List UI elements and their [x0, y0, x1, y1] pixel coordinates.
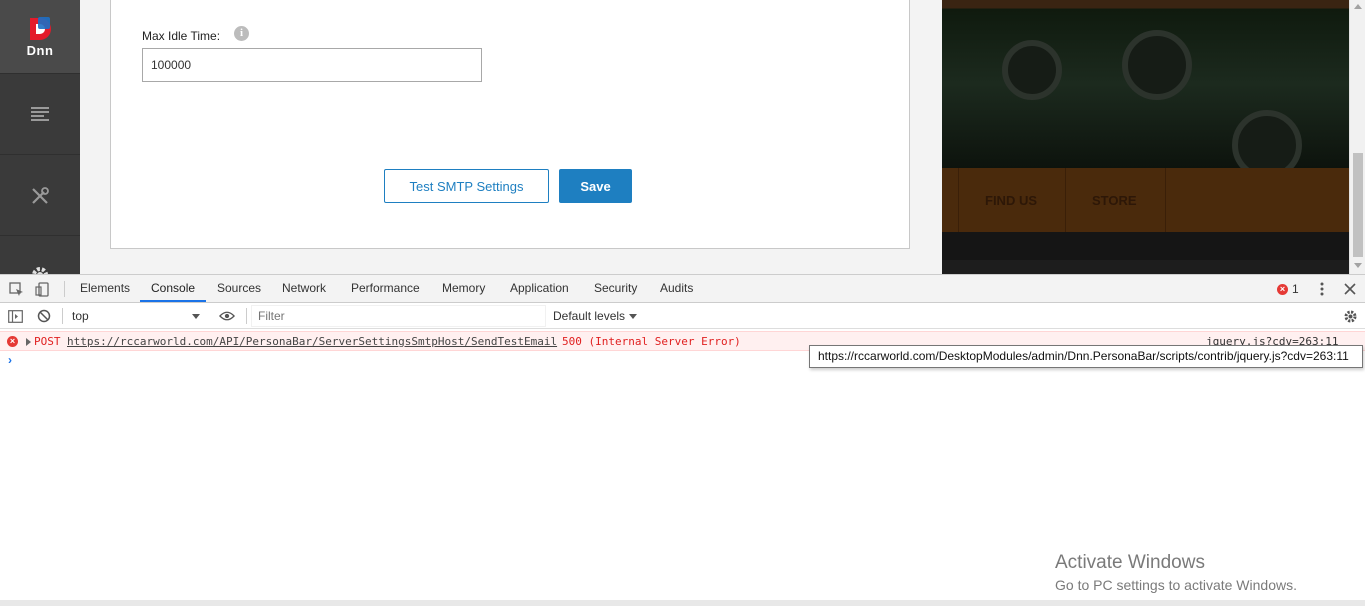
error-icon: × — [1277, 283, 1288, 295]
tools-icon — [32, 186, 49, 204]
error-count-badge[interactable]: × 1 — [1277, 282, 1299, 296]
tab-console[interactable]: Console — [140, 275, 207, 302]
tab-elements[interactable]: Elements — [69, 275, 141, 302]
max-idle-time-label: Max Idle Time: — [142, 29, 221, 43]
content-icon — [31, 106, 49, 121]
content-panel: Max Idle Time: i Test SMTP Settings Save — [80, 0, 942, 274]
hero-image — [942, 0, 1349, 180]
clear-console-icon[interactable] — [36, 308, 52, 324]
web-page: Dnn Max Idle Time: i 100000 Test SMTP Se… — [0, 0, 1365, 274]
watermark-subtitle: Go to PC settings to activate Windows. — [1055, 577, 1297, 593]
tab-security[interactable]: Security — [583, 275, 648, 302]
eye-icon[interactable] — [219, 308, 235, 324]
source-tooltip: https://rccarworld.com/DesktopModules/ad… — [809, 345, 1363, 368]
windows-activation-watermark: Activate Windows Go to PC settings to ac… — [1055, 551, 1297, 595]
sidebar-item-settings[interactable] — [0, 237, 80, 274]
chevron-down-icon — [192, 314, 200, 319]
console-sidebar-icon[interactable] — [7, 308, 23, 324]
hero-wheel — [1002, 40, 1062, 100]
tab-network[interactable]: Network — [271, 275, 337, 302]
log-levels-dropdown[interactable]: Default levels — [553, 306, 638, 326]
toolbar-divider — [62, 308, 63, 324]
request-url-link[interactable]: https://rccarworld.com/API/PersonaBar/Se… — [67, 335, 557, 348]
page-scrollbar[interactable] — [1349, 0, 1365, 274]
tab-sources[interactable]: Sources — [206, 275, 272, 302]
sidebar-item-tools[interactable] — [0, 156, 80, 236]
log-levels-label: Default levels — [553, 309, 626, 323]
site-preview: FIND US STORE — [942, 0, 1349, 274]
inspect-element-icon[interactable] — [8, 281, 24, 297]
hero-wheel — [1122, 30, 1192, 100]
console-prompt[interactable]: › — [8, 353, 12, 367]
filter-input[interactable] — [251, 305, 546, 327]
expand-arrow-icon[interactable] — [26, 338, 31, 346]
toolbar-divider — [246, 308, 247, 324]
response-status: 500 (Internal Server Error) — [562, 335, 741, 348]
app-root: Dnn Max Idle Time: i 100000 Test SMTP Se… — [0, 0, 1365, 606]
error-icon: × — [7, 336, 18, 347]
tab-audits[interactable]: Audits — [649, 275, 704, 302]
smtp-settings-card: Max Idle Time: i Test SMTP Settings Save — [110, 0, 910, 249]
more-menu-icon[interactable] — [1314, 281, 1330, 297]
console-toolbar: top Default levels — [0, 303, 1365, 329]
scrollbar-thumb[interactable] — [1353, 153, 1363, 257]
horizontal-scrollbar[interactable] — [0, 600, 1365, 606]
close-icon[interactable] — [1342, 281, 1358, 297]
context-selector[interactable]: top — [67, 306, 204, 326]
context-value: top — [72, 309, 89, 323]
tab-performance[interactable]: Performance — [340, 275, 431, 302]
scroll-up-icon[interactable] — [1354, 4, 1362, 9]
gear-icon — [32, 267, 48, 274]
devtools-tab-bar: Elements Console Sources Network Perform… — [0, 275, 1365, 303]
nav-item-store[interactable]: STORE — [1092, 193, 1137, 208]
nav-item-find-us[interactable]: FIND US — [985, 193, 1037, 208]
info-icon[interactable]: i — [234, 26, 249, 41]
gear-icon[interactable] — [1342, 308, 1358, 324]
nav-divider — [958, 168, 959, 232]
scroll-down-icon[interactable] — [1354, 263, 1362, 268]
toolbar-divider — [64, 281, 65, 297]
site-nav: FIND US STORE — [942, 168, 1349, 232]
tab-memory[interactable]: Memory — [431, 275, 496, 302]
dnn-logo-text: Dnn — [26, 42, 54, 58]
dnn-logo[interactable]: Dnn — [0, 0, 80, 74]
max-idle-time-input[interactable] — [142, 48, 482, 82]
watermark-title: Activate Windows — [1055, 552, 1205, 573]
persona-bar: Dnn — [0, 0, 80, 274]
test-smtp-settings-button[interactable]: Test SMTP Settings — [384, 169, 549, 203]
error-count: 1 — [1292, 282, 1299, 296]
request-method: POST — [34, 335, 61, 348]
nav-divider — [1065, 168, 1066, 232]
save-button[interactable]: Save — [559, 169, 632, 203]
site-footer-strip — [942, 232, 1349, 260]
tab-application[interactable]: Application — [499, 275, 580, 302]
device-toolbar-icon[interactable] — [34, 281, 50, 297]
nav-divider — [1165, 168, 1166, 232]
sidebar-item-content[interactable] — [0, 75, 80, 155]
dnn-logo-icon — [30, 16, 51, 40]
chevron-down-icon — [629, 314, 638, 320]
